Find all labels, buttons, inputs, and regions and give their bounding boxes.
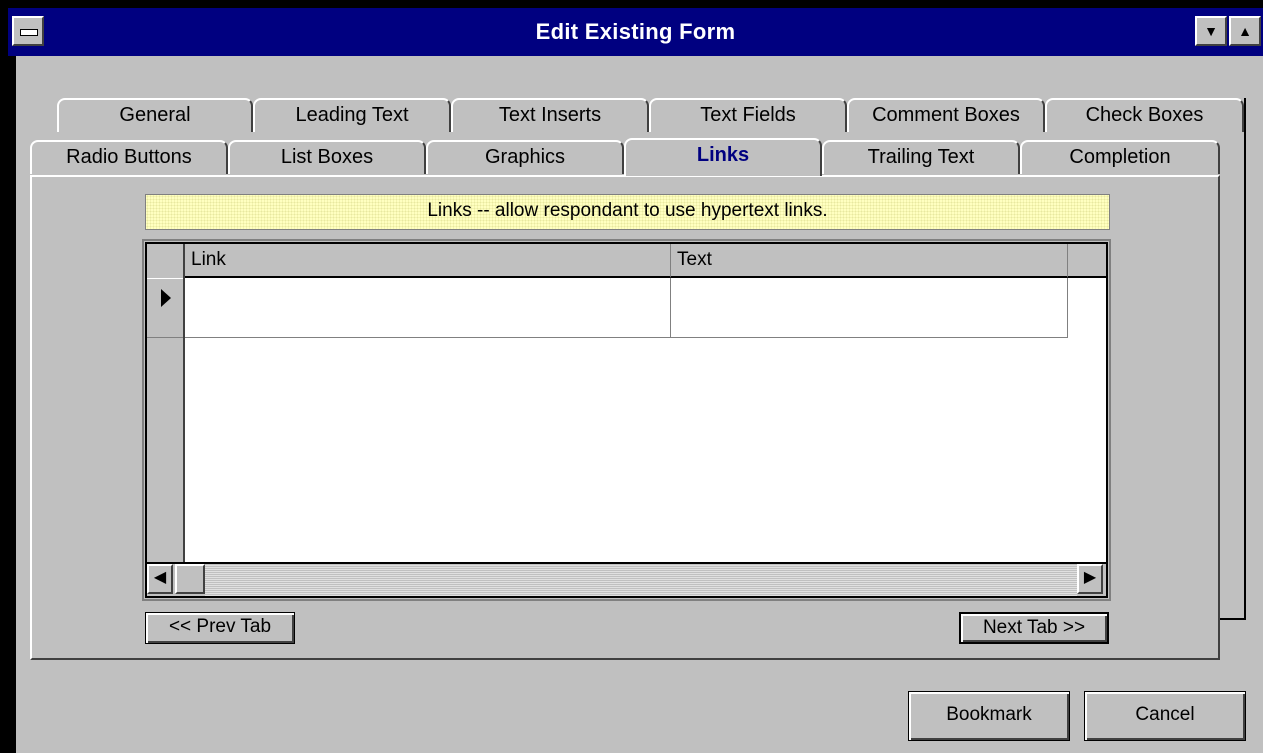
- edit-form-window: Edit Existing Form ▼ ▲ General Leading T…: [0, 0, 1263, 753]
- title-bar[interactable]: Edit Existing Form ▼ ▲: [8, 8, 1263, 56]
- tab-label: Text Fields: [700, 104, 796, 126]
- link-cell[interactable]: [185, 278, 671, 338]
- tab-links[interactable]: Links: [624, 138, 822, 176]
- window-title: Edit Existing Form: [535, 19, 736, 44]
- record-selector[interactable]: [147, 278, 183, 338]
- down-triangle-icon: ▼: [1204, 23, 1218, 39]
- links-grid[interactable]: Link Text ◀ ▶: [142, 239, 1111, 601]
- cancel-button[interactable]: Cancel: [1084, 691, 1246, 741]
- tab-label: Completion: [1069, 146, 1171, 168]
- tab-text-inserts[interactable]: Text Inserts: [451, 98, 649, 132]
- tab-list-boxes[interactable]: List Boxes: [228, 140, 426, 174]
- hint-banner: Links -- allow respondant to use hyperte…: [145, 194, 1110, 230]
- links-tab-panel: Links -- allow respondant to use hyperte…: [30, 175, 1220, 660]
- tab-general[interactable]: General: [57, 98, 253, 132]
- scroll-left-arrow-icon[interactable]: ◀: [147, 564, 173, 594]
- tab-label: List Boxes: [280, 146, 374, 168]
- minimize-button[interactable]: ▼: [1195, 16, 1227, 46]
- tab-label: Radio Buttons: [66, 146, 192, 168]
- tab-text-fields[interactable]: Text Fields: [649, 98, 847, 132]
- horizontal-scrollbar[interactable]: ◀ ▶: [147, 562, 1106, 596]
- column-header-filler: [1068, 244, 1106, 278]
- next-tab-button[interactable]: Next Tab >>: [959, 612, 1109, 644]
- tab-label: Text Inserts: [498, 104, 602, 126]
- prev-tab-button[interactable]: << Prev Tab: [145, 612, 295, 644]
- tab-label: Comment Boxes: [872, 104, 1020, 126]
- bookmark-button[interactable]: Bookmark: [908, 691, 1070, 741]
- scroll-track[interactable]: [205, 564, 1077, 596]
- tab-label: Links: [696, 144, 750, 166]
- tab-comment-boxes[interactable]: Comment Boxes: [847, 98, 1045, 132]
- maximize-button[interactable]: ▲: [1229, 16, 1261, 46]
- scroll-thumb[interactable]: [175, 564, 205, 594]
- tab-radio-buttons[interactable]: Radio Buttons: [30, 140, 228, 174]
- column-header-text[interactable]: Text: [671, 244, 1068, 278]
- tab-completion[interactable]: Completion: [1020, 140, 1220, 174]
- tab-label: Leading Text: [295, 104, 409, 126]
- column-header-link[interactable]: Link: [185, 244, 671, 278]
- text-cell[interactable]: [671, 278, 1068, 338]
- tab-label: Trailing Text: [867, 146, 975, 168]
- tab-graphics[interactable]: Graphics: [426, 140, 624, 174]
- tab-leading-text[interactable]: Leading Text: [253, 98, 451, 132]
- scroll-right-arrow-icon[interactable]: ▶: [1077, 564, 1103, 594]
- tab-label: Graphics: [484, 146, 566, 168]
- tab-label: Check Boxes: [1085, 104, 1204, 126]
- tab-label: General: [119, 104, 191, 126]
- current-record-arrow-icon: [161, 289, 171, 307]
- tab-trailing-text[interactable]: Trailing Text: [822, 140, 1020, 174]
- up-triangle-icon: ▲: [1238, 23, 1252, 39]
- tab-check-boxes[interactable]: Check Boxes: [1045, 98, 1244, 132]
